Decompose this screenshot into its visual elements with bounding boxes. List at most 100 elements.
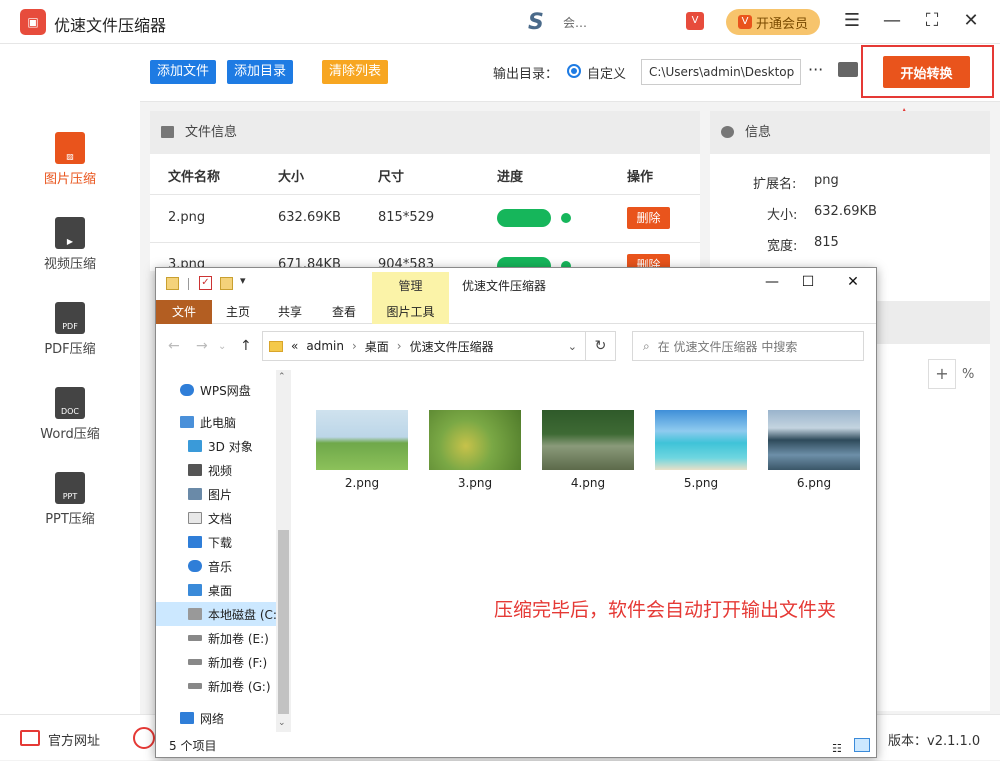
sidebar-item-pdf[interactable]: PDF PDF压缩 — [0, 288, 140, 368]
sidebar-item-video[interactable]: ▶ 视频压缩 — [0, 203, 140, 283]
more-icon[interactable]: ··· — [808, 60, 823, 79]
scroll-down-icon[interactable]: ⌄ — [278, 718, 286, 728]
nav-label: 桌面 — [208, 583, 233, 598]
folder-icon — [269, 340, 283, 352]
sidebar-item-label: PDF压缩 — [44, 342, 96, 357]
nav-scrollbar[interactable]: ⌃ ⌄ — [276, 370, 291, 732]
output-path-value: C:\Users\admin\Desktop — [649, 65, 795, 79]
size-label: 大小: — [767, 208, 798, 223]
computer-icon — [180, 416, 194, 428]
file-dims: 815*529 — [378, 210, 435, 225]
large-icons-view-icon[interactable] — [854, 738, 870, 752]
vip-button[interactable]: V 开通会员 — [726, 9, 820, 35]
menu-icon[interactable]: ☰ — [840, 10, 864, 31]
column-size: 大小 — [278, 170, 305, 185]
tab-file[interactable]: 文件 — [156, 300, 212, 324]
column-dims: 尺寸 — [378, 170, 405, 185]
nav-label: 视频 — [208, 463, 233, 478]
annotation-text: 压缩完毕后，软件会自动打开输出文件夹 — [494, 599, 837, 621]
file-label: 3.png — [457, 476, 493, 490]
increase-button[interactable]: + — [928, 359, 956, 389]
user-avatar-icon[interactable]: S — [528, 10, 544, 35]
file-name: 2.png — [168, 210, 206, 225]
file-item[interactable]: 5.png — [653, 410, 749, 490]
search-input[interactable]: ⌕ 在 优速文件压缩器 中搜索 — [632, 331, 864, 361]
manage-tab[interactable]: 管理 — [372, 272, 449, 300]
thumbnail-image — [768, 410, 860, 470]
refresh-icon[interactable]: ↻ — [586, 331, 616, 361]
navigation-pane: WPS网盘 此电脑 3D 对象 视频 图片 文档 下载 音乐 桌面 本地磁盘 (… — [156, 370, 292, 736]
support-icon[interactable] — [133, 727, 155, 749]
website-link[interactable]: 官方网址 — [48, 730, 100, 749]
download-icon — [188, 536, 202, 548]
info-title: 信息 — [745, 125, 772, 140]
music-icon — [188, 560, 202, 572]
folder-icon[interactable] — [838, 62, 858, 77]
forward-icon[interactable]: → — [196, 338, 208, 354]
delete-button[interactable]: 删除 — [627, 207, 670, 229]
nav-label: WPS网盘 — [200, 383, 251, 398]
address-bar[interactable]: « admin › 桌面 › 优速文件压缩器 ⌄ — [262, 331, 586, 361]
doc-file-icon: DOC — [55, 387, 85, 419]
file-item[interactable]: 3.png — [427, 410, 523, 490]
output-path-input[interactable]: C:\Users\admin\Desktop — [641, 59, 801, 85]
close-icon[interactable]: ✕ — [843, 274, 863, 290]
tab-picture-tools[interactable]: 图片工具 — [372, 300, 449, 324]
nav-label: 本地磁盘 (C: — [208, 607, 276, 622]
progress-bar — [497, 209, 551, 227]
nav-item-local-disk-c[interactable]: 本地磁盘 (C: — [156, 602, 276, 626]
minimize-icon[interactable]: — — [762, 274, 782, 290]
file-item[interactable]: 6.png — [766, 410, 862, 490]
fullscreen-icon[interactable]: ⛶ — [920, 10, 944, 31]
add-directory-button[interactable]: 添加目录 — [227, 60, 294, 84]
close-icon[interactable]: ✕ — [959, 10, 983, 31]
tab-share[interactable]: 共享 — [268, 300, 312, 324]
video-file-icon: ▶ — [55, 217, 85, 249]
back-icon[interactable]: ← — [168, 338, 180, 354]
thumbnail-image — [655, 410, 747, 470]
breadcrumb-overflow[interactable]: « — [291, 339, 298, 353]
breadcrumb-folder[interactable]: 优速文件压缩器 — [410, 338, 494, 355]
recent-dropdown-icon[interactable]: ⌄ — [218, 341, 226, 352]
ppt-file-icon: PPT — [55, 472, 85, 504]
drive-icon — [188, 659, 202, 665]
custom-radio[interactable] — [567, 64, 581, 78]
row-divider — [150, 194, 700, 195]
user-name[interactable]: 会… — [563, 14, 587, 31]
address-row: ← → ⌄ ↑ « admin › 桌面 › 优速文件压缩器 ⌄ ↻ ⌕ 在 优… — [156, 324, 876, 370]
clear-list-button[interactable]: 清除列表 — [322, 60, 389, 84]
add-file-button[interactable]: 添加文件 — [150, 60, 217, 84]
quick-access-dropdown-icon[interactable]: ▾ — [240, 274, 246, 287]
address-dropdown-icon[interactable]: ⌄ — [568, 340, 577, 353]
vip-badge-icon[interactable]: V — [686, 12, 704, 30]
check-icon — [561, 213, 571, 223]
nav-label: 新加卷 (G:) — [208, 679, 271, 694]
image-icon — [161, 126, 174, 138]
file-label: 5.png — [683, 476, 719, 490]
nav-label: 图片 — [208, 487, 233, 502]
details-view-icon[interactable]: ☷ — [832, 737, 848, 755]
vip-icon: V — [737, 15, 752, 29]
size-value: 632.69KB — [814, 204, 877, 219]
file-item[interactable]: 4.png — [540, 410, 636, 490]
app-logo-icon: ▣ — [20, 9, 46, 35]
breadcrumb-admin[interactable]: admin — [306, 339, 344, 353]
minimize-icon[interactable]: — — [880, 10, 904, 31]
file-item[interactable]: 2.png — [314, 410, 410, 490]
properties-icon[interactable]: ✓ — [199, 276, 212, 290]
tab-home[interactable]: 主页 — [216, 300, 260, 324]
sidebar-item-image[interactable]: ▨ 图片压缩 — [0, 118, 140, 198]
scroll-up-icon[interactable]: ⌃ — [278, 372, 286, 382]
scrollbar-thumb[interactable] — [278, 530, 289, 714]
maximize-icon[interactable]: ☐ — [798, 274, 818, 290]
up-icon[interactable]: ↑ — [240, 338, 252, 354]
breadcrumb-desktop[interactable]: 桌面 — [365, 338, 389, 355]
network-icon — [180, 712, 194, 724]
divider — [188, 278, 189, 290]
tab-view[interactable]: 查看 — [322, 300, 366, 324]
new-folder-icon[interactable] — [220, 277, 233, 290]
sidebar-item-word[interactable]: DOC Word压缩 — [0, 373, 140, 453]
column-progress: 进度 — [497, 170, 524, 185]
ribbon: 文件 主页 共享 查看 图片工具 ⌄ ? — [156, 300, 876, 352]
sidebar-item-ppt[interactable]: PPT PPT压缩 — [0, 458, 140, 538]
